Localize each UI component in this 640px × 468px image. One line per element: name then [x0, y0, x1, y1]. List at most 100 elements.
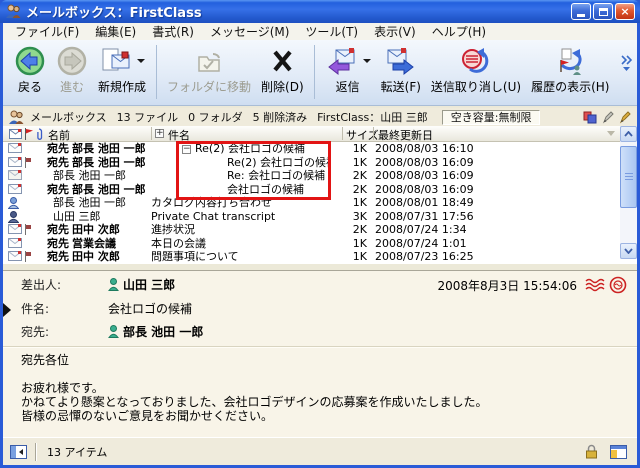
toolbar-overflow-button[interactable]: [619, 54, 633, 76]
from-value[interactable]: 山田 三郎: [123, 276, 175, 293]
mail-column-icon[interactable]: [9, 129, 22, 142]
chevron-down-icon: [624, 248, 633, 254]
list-item[interactable]: 宛先部長 池田 一郎 会社ロゴの候補 2K 2008/08/03 16:09: [3, 183, 637, 197]
flag-icon: [24, 251, 32, 263]
list-item[interactable]: 部長 池田 一郎 カタログ内容打ち合わせ 1K 2008/08/01 18:49: [3, 196, 637, 210]
toggle-panes-icon[interactable]: [610, 445, 627, 459]
from-field: 差出人: 山田 三郎: [21, 276, 175, 293]
pencil-icon[interactable]: [602, 111, 614, 124]
sender-name: 田中 次郎: [72, 223, 120, 236]
forward-message-button[interactable]: 転送(F): [376, 43, 426, 97]
modified-date: 2008/08/03 16:09: [375, 156, 474, 169]
forward-button[interactable]: 進む: [51, 43, 93, 97]
menu-message[interactable]: メッセージ(M): [202, 23, 297, 40]
list-item[interactable]: 部長 池田 一郎 Re: 会社ロゴの候補 2K 2008/08/03 16:09: [3, 169, 637, 183]
list-scrollbar[interactable]: [620, 126, 637, 259]
modified-date: 2008/07/31 17:56: [375, 210, 474, 223]
thread-collapse-icon[interactable]: −: [182, 145, 191, 154]
item-count: 13 アイテム: [47, 444, 107, 460]
collapse-header-icon[interactable]: [3, 303, 11, 317]
toolbar-separator: [156, 45, 157, 99]
new-message-dropdown-icon[interactable]: [137, 59, 145, 67]
list-item[interactable]: 宛先田中 次郎 問題事項について 1K 2008/07/23 16:25: [3, 250, 637, 263]
menu-help[interactable]: ヘルプ(H): [424, 23, 494, 40]
list-item[interactable]: 山田 三郎 Private Chat transcript 3K 2008/07…: [3, 210, 637, 224]
sender-name: 部長 池田 一郎: [72, 156, 146, 169]
scroll-down-button[interactable]: [620, 243, 637, 259]
pages-icon[interactable]: [583, 111, 597, 124]
message-body: 宛先各位 お疲れ様です。 かねてより懸案となっておりました、会社ロゴデザインの応…: [21, 353, 487, 423]
quota-field: 空き容量:無制限: [442, 110, 541, 125]
modified-date: 2008/08/03 16:09: [375, 183, 474, 196]
message-date: 2008年8月3日 15:54:06: [437, 277, 577, 294]
body-line: 皆様の忌憚のないご意見をお聞かせください。: [21, 409, 487, 423]
list-column-header: 名前 + 件名 サイズ 最終更新日: [3, 126, 637, 142]
column-divider[interactable]: [342, 127, 343, 140]
list-item[interactable]: 宛先部長 池田 一郎 Re(2) 会社ロゴの候補 1K 2008/08/03 1…: [3, 156, 637, 170]
lock-icon[interactable]: [585, 444, 598, 459]
column-header-subject[interactable]: 件名: [168, 127, 190, 143]
pane-splitter[interactable]: [3, 263, 637, 271]
show-history-icon: [553, 46, 587, 76]
size: 2K: [329, 169, 367, 182]
from-label: 差出人:: [21, 276, 108, 293]
maximize-button[interactable]: [593, 3, 613, 20]
sender-name: 部長 池田 一郎: [47, 169, 126, 182]
reply-dropdown-icon[interactable]: [363, 59, 371, 67]
account-name: FirstClass：山田 三郎: [317, 109, 428, 125]
to-value[interactable]: 部長 池田 一郎: [123, 323, 203, 340]
menu-tools[interactable]: ツール(T): [297, 23, 366, 40]
new-message-button[interactable]: 新規作成: [93, 43, 151, 97]
modified-date: 2008/07/23 16:25: [375, 250, 474, 263]
sender-name: 部長 池田 一郎: [72, 183, 146, 196]
flag-column-icon[interactable]: [24, 128, 33, 143]
body-line: 宛先各位: [21, 353, 487, 367]
close-button[interactable]: ×: [615, 3, 635, 20]
subject-label: 件名:: [21, 300, 108, 317]
envelope-icon: [8, 170, 22, 183]
minimize-button[interactable]: [571, 3, 591, 20]
to-label: 宛先: [47, 237, 69, 250]
close-icon: ×: [620, 6, 629, 17]
size: 1K: [329, 156, 367, 169]
to-label: 宛先: [47, 250, 69, 263]
delete-button[interactable]: 削除(D): [256, 43, 309, 97]
column-divider[interactable]: [373, 127, 374, 140]
show-history-label: 履歴の表示(H): [531, 78, 609, 95]
scroll-up-button[interactable]: [620, 126, 637, 142]
menu-bar: ファイル(F) 編集(E) 書式(R) メッセージ(M) ツール(T) 表示(V…: [3, 23, 637, 40]
subject: Private Chat transcript: [151, 210, 275, 223]
modified-date: 2008/08/03 16:09: [375, 169, 474, 182]
reply-button[interactable]: 返信: [320, 43, 376, 97]
toolbar-separator: [314, 45, 315, 99]
back-button[interactable]: 戻る: [9, 43, 51, 97]
column-divider[interactable]: [151, 127, 152, 140]
menu-edit[interactable]: 編集(E): [87, 23, 144, 40]
edit-pencil-icon[interactable]: [619, 111, 631, 124]
scrollbar-thumb[interactable]: [620, 146, 637, 208]
size: 2K: [329, 223, 367, 236]
menu-format[interactable]: 書式(R): [144, 23, 202, 40]
show-history-button[interactable]: 履歴の表示(H): [526, 43, 614, 97]
toggle-left-panel-icon[interactable]: [10, 445, 27, 459]
size: 1K: [329, 142, 367, 155]
title-bar[interactable]: メールボックス：FirstClass ×: [0, 0, 640, 23]
column-header-name[interactable]: 名前: [48, 127, 70, 143]
column-header-modified[interactable]: 最終更新日: [378, 127, 433, 143]
modified-date: 2008/07/24 1:34: [375, 223, 467, 236]
menu-view[interactable]: 表示(V): [366, 23, 424, 40]
list-item[interactable]: 宛先部長 池田 一郎 −Re(2) 会社ロゴの候補 1K 2008/08/03 …: [3, 142, 637, 156]
chevron-overflow-icon: [619, 54, 633, 72]
menu-file[interactable]: ファイル(F): [7, 23, 87, 40]
unsend-button[interactable]: 送信取り消し(U): [426, 43, 526, 97]
expand-all-icon[interactable]: +: [155, 129, 164, 138]
list-item[interactable]: 宛先田中 次郎 進捗状況 2K 2008/07/24 1:34: [3, 223, 637, 237]
move-to-folder-button[interactable]: フォルダに移動: [162, 43, 256, 97]
sort-direction-icon[interactable]: [607, 131, 615, 140]
move-to-folder-icon: [192, 46, 226, 76]
subject-field: 件名: 会社ロゴの候補: [21, 300, 192, 317]
file-count: 13 ファイル: [117, 109, 179, 125]
list-item[interactable]: 宛先営業会議 本日の会議 1K 2008/07/24 1:01: [3, 237, 637, 251]
attachment-column-icon[interactable]: [35, 128, 44, 143]
sender-name: 部長 池田 一郎: [72, 142, 146, 155]
